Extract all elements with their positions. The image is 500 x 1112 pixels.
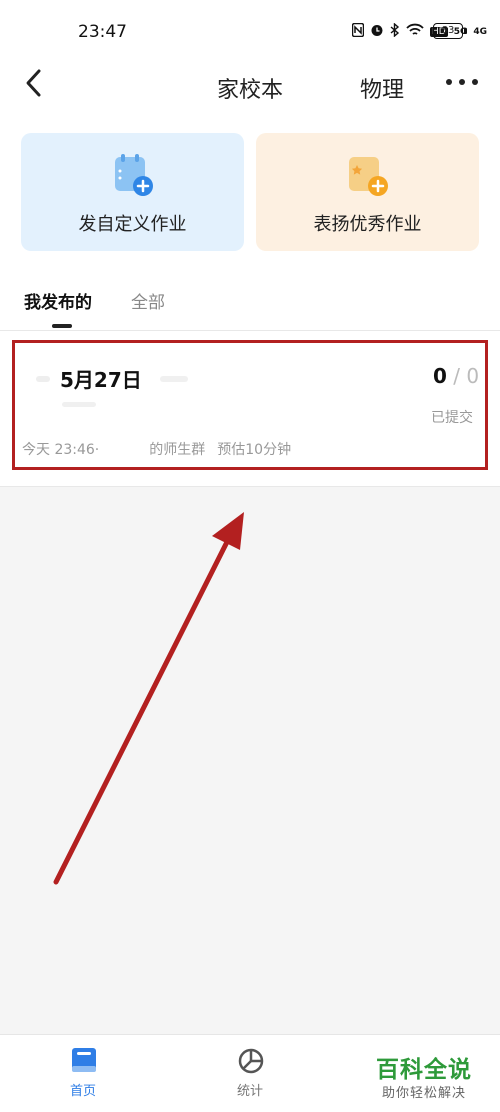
nav-stats-label[interactable]: 统计	[237, 1080, 263, 1099]
watermark-subtitle: 助你轻松解决	[382, 1086, 467, 1101]
battery-indicator: 83	[433, 23, 467, 39]
alarm-icon	[370, 23, 384, 40]
highlight-box	[12, 340, 488, 470]
tab-all[interactable]: 全部	[131, 288, 165, 313]
praise-homework-button[interactable]: 表扬优秀作业	[256, 133, 479, 251]
page-title: 家校本	[216, 78, 283, 103]
praise-homework-icon	[348, 157, 388, 196]
book-icon[interactable]	[70, 1046, 98, 1076]
status-time: 23:47	[78, 22, 127, 42]
pie-chart-icon[interactable]	[236, 1046, 266, 1076]
nfc-icon	[351, 22, 365, 40]
watermark-title: 百科全说	[376, 1057, 472, 1083]
more-icon[interactable]	[444, 70, 480, 94]
divider	[0, 486, 500, 487]
custom-homework-label: 发自定义作业	[78, 214, 187, 235]
custom-homework-icon	[114, 154, 153, 196]
bluetooth-icon	[390, 22, 400, 40]
nav-home-label[interactable]: 首页	[70, 1080, 96, 1099]
praise-homework-label: 表扬优秀作业	[313, 214, 422, 235]
tab-my-published[interactable]: 我发布的	[24, 288, 92, 313]
wifi-icon	[406, 23, 424, 40]
tab-indicator	[52, 324, 72, 328]
custom-homework-button[interactable]: 发自定义作业	[21, 133, 244, 251]
subject-selector[interactable]: 物理	[360, 72, 404, 104]
signal-4g-icon: 4G	[473, 26, 488, 37]
battery-level: 83	[441, 25, 455, 36]
status-bar: 23:47 HD 5G 4G 83	[0, 0, 500, 56]
